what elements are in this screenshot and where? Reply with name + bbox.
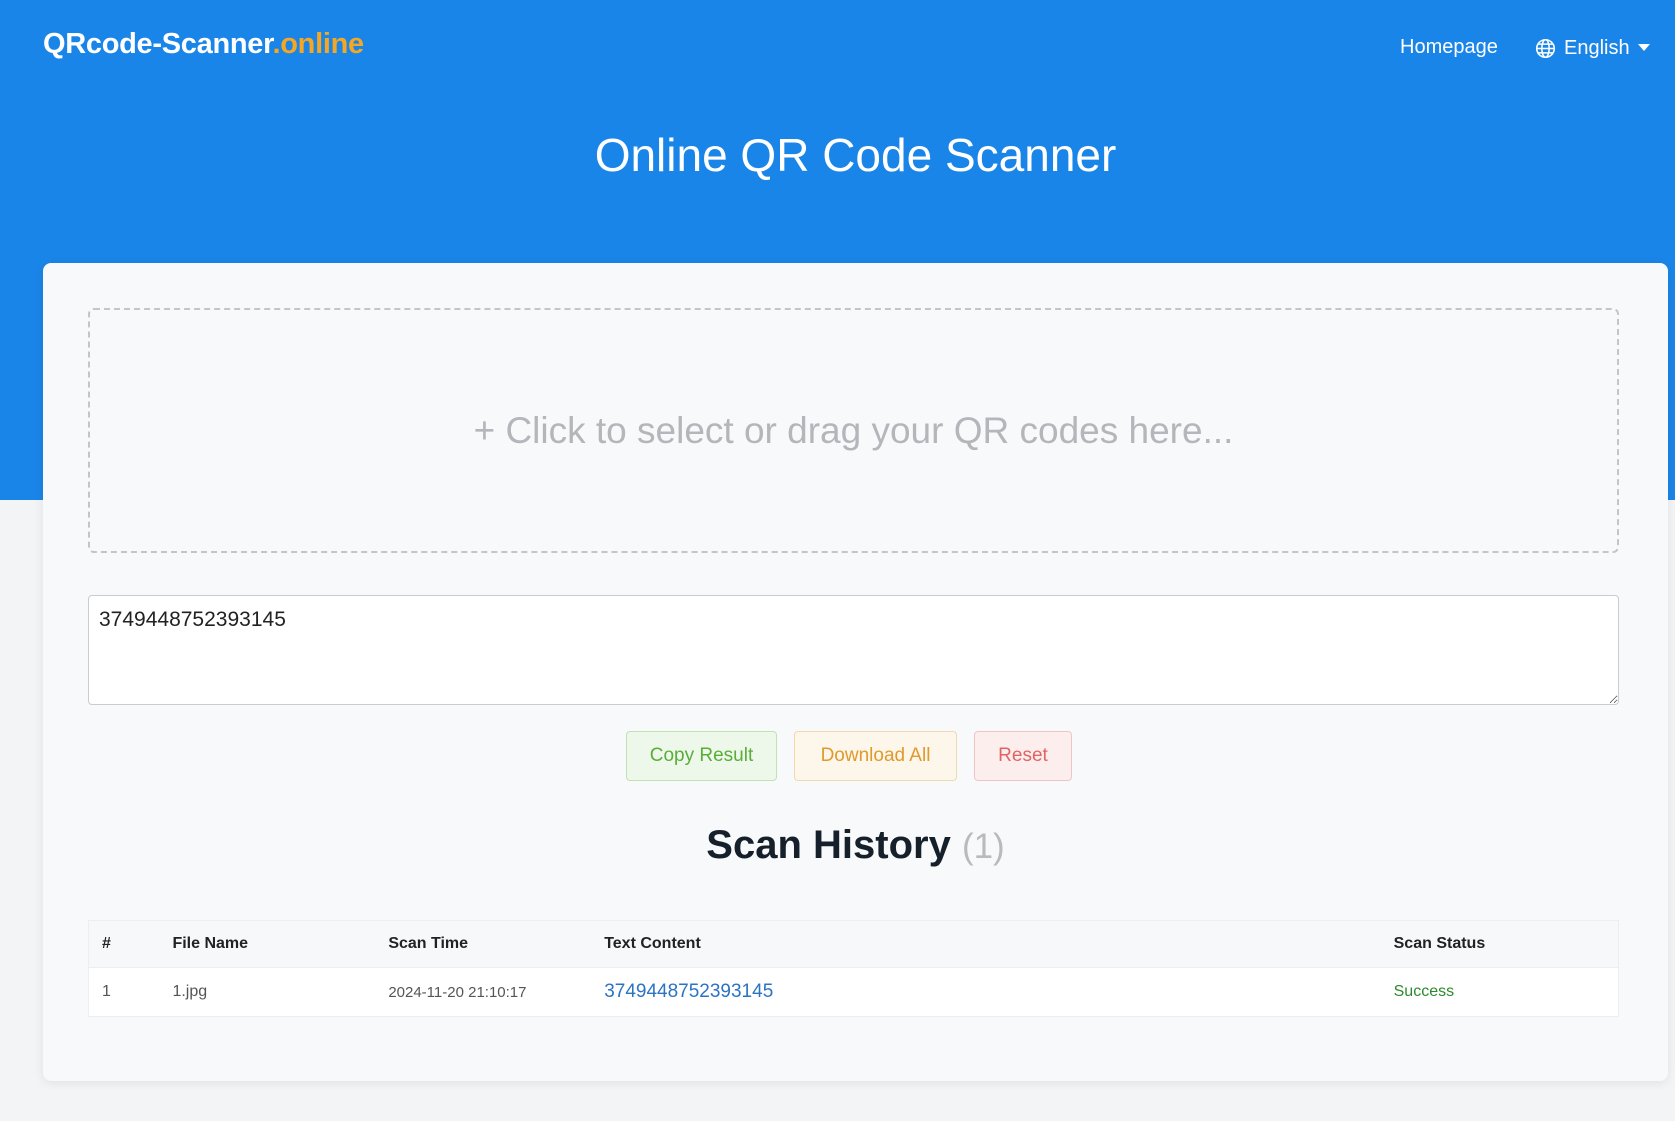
reset-button[interactable]: Reset <box>974 731 1072 781</box>
language-selector[interactable]: English <box>1535 34 1650 62</box>
page-title: Online QR Code Scanner <box>594 129 1117 181</box>
globe-icon <box>1535 38 1556 59</box>
logo-main-text: QRcode-Scanner <box>43 28 273 60</box>
row-scan-time: 2024-11-20 21:10:17 <box>375 967 592 1017</box>
scan-history-title: Scan History <box>706 823 951 867</box>
nav-homepage-link[interactable]: Homepage <box>1400 36 1498 59</box>
scan-history-heading: Scan History (1) <box>43 823 1668 868</box>
qr-dropzone[interactable]: + Click to select or drag your QR codes … <box>88 308 1619 553</box>
scan-history-count: (1) <box>961 827 1005 866</box>
column-header-scan-time: Scan Time <box>388 935 469 952</box>
table-header-row: # File Name Scan Time Text Content Scan … <box>88 920 1619 968</box>
caret-down-icon <box>1637 44 1650 52</box>
site-logo[interactable]: QRcode-Scanner.online <box>43 28 364 61</box>
dropzone-placeholder: + Click to select or drag your QR codes … <box>473 409 1234 451</box>
table-row: 1 1.jpg 2024-11-20 21:10:17 374944875239… <box>88 967 1619 1017</box>
column-header-text-content: Text Content <box>604 935 701 952</box>
language-label: English <box>1564 36 1630 59</box>
column-header-scan-status: Scan Status <box>1393 935 1486 952</box>
scan-result-textarea[interactable]: 3749448752393145 <box>88 595 1619 705</box>
row-file-name: 1.jpg <box>159 967 376 1017</box>
row-text-content-cell: 3749448752393145 <box>591 967 1381 1017</box>
logo-tld-text: .online <box>272 28 365 60</box>
download-all-button[interactable]: Download All <box>794 731 957 781</box>
column-header-index: # <box>102 935 111 952</box>
column-header-file-name: File Name <box>172 935 249 952</box>
row-index: 1 <box>88 967 160 1017</box>
row-scan-status: Success <box>1380 967 1619 1017</box>
row-text-content-link[interactable]: 3749448752393145 <box>604 981 773 1002</box>
scan-history-table: # File Name Scan Time Text Content Scan … <box>88 920 1619 1017</box>
top-navigation-bar: QRcode-Scanner.online Homepage English <box>0 0 1675 96</box>
action-buttons: Copy Result Download All Reset <box>43 731 1668 781</box>
scanner-card: + Click to select or drag your QR codes … <box>43 263 1668 1081</box>
copy-result-button[interactable]: Copy Result <box>626 731 777 781</box>
